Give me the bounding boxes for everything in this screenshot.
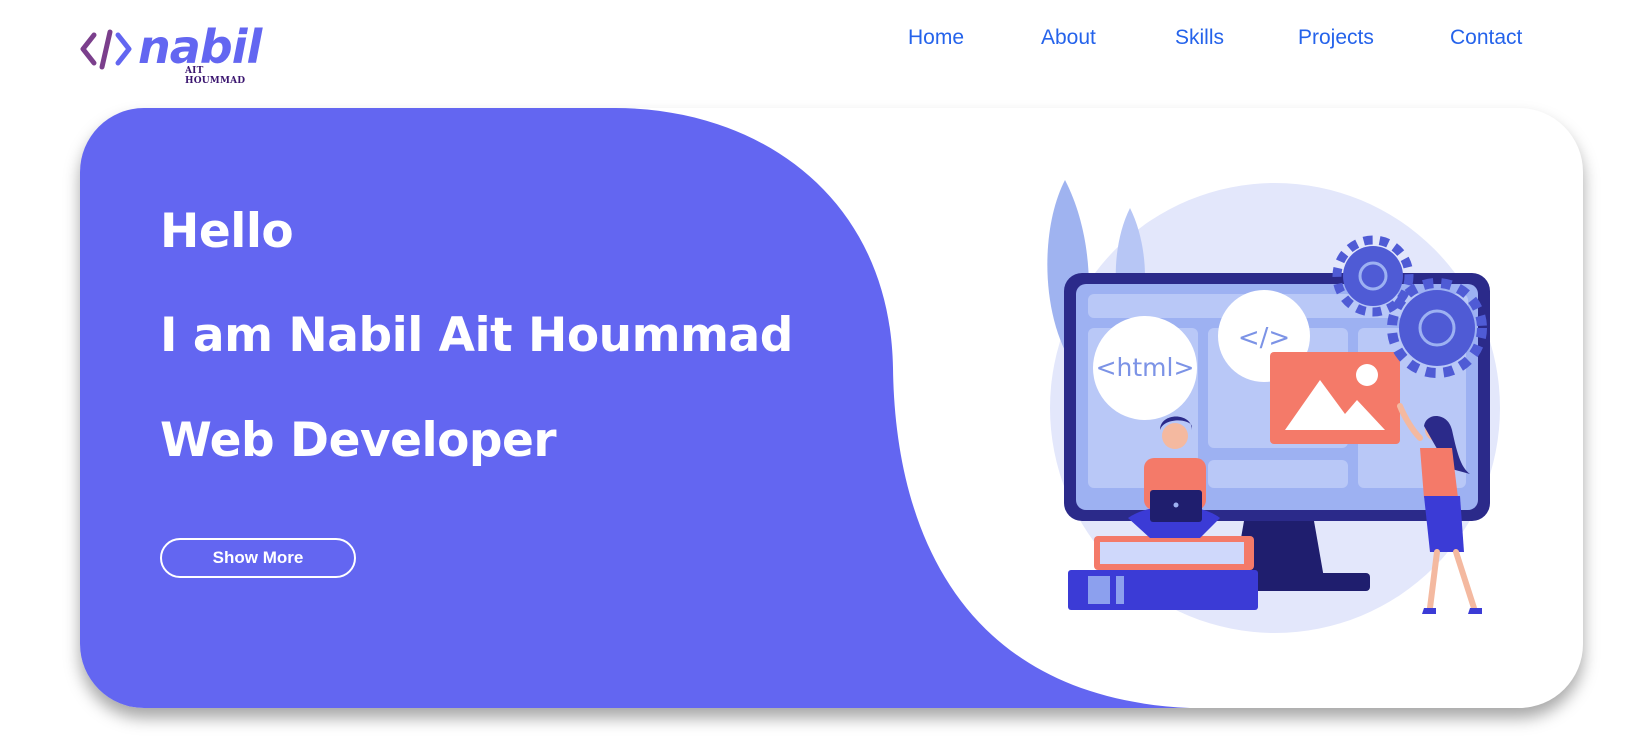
main-nav: Home About Skills Projects Contact xyxy=(0,26,1648,56)
image-icon xyxy=(1270,352,1400,444)
developer-illustration: <html> </> xyxy=(1047,180,1500,633)
nav-skills-link[interactable]: Skills xyxy=(1175,26,1224,50)
hero-card: Hello I am Nabil Ait Hoummad Web Develop… xyxy=(80,108,1583,708)
html-tag-text: <html> xyxy=(1096,353,1195,382)
hero-intro: I am Nabil Ait Hoummad xyxy=(160,308,793,363)
books-icon xyxy=(1068,536,1258,610)
laptop-icon xyxy=(1150,490,1202,522)
show-more-button[interactable]: Show More xyxy=(160,538,356,578)
nav-contact-link[interactable]: Contact xyxy=(1450,26,1522,50)
nav-projects-link[interactable]: Projects xyxy=(1298,26,1374,50)
hero-greeting: Hello xyxy=(160,204,294,259)
nav-home-link[interactable]: Home xyxy=(908,26,964,50)
hero-role: Web Developer xyxy=(160,413,557,468)
logo-subtitle: AIT HOUMMAD xyxy=(185,66,246,86)
code-tag-text: </> xyxy=(1238,323,1290,353)
html-tag-bubble: <html> xyxy=(1093,316,1197,420)
nav-about-link[interactable]: About xyxy=(1041,26,1096,50)
